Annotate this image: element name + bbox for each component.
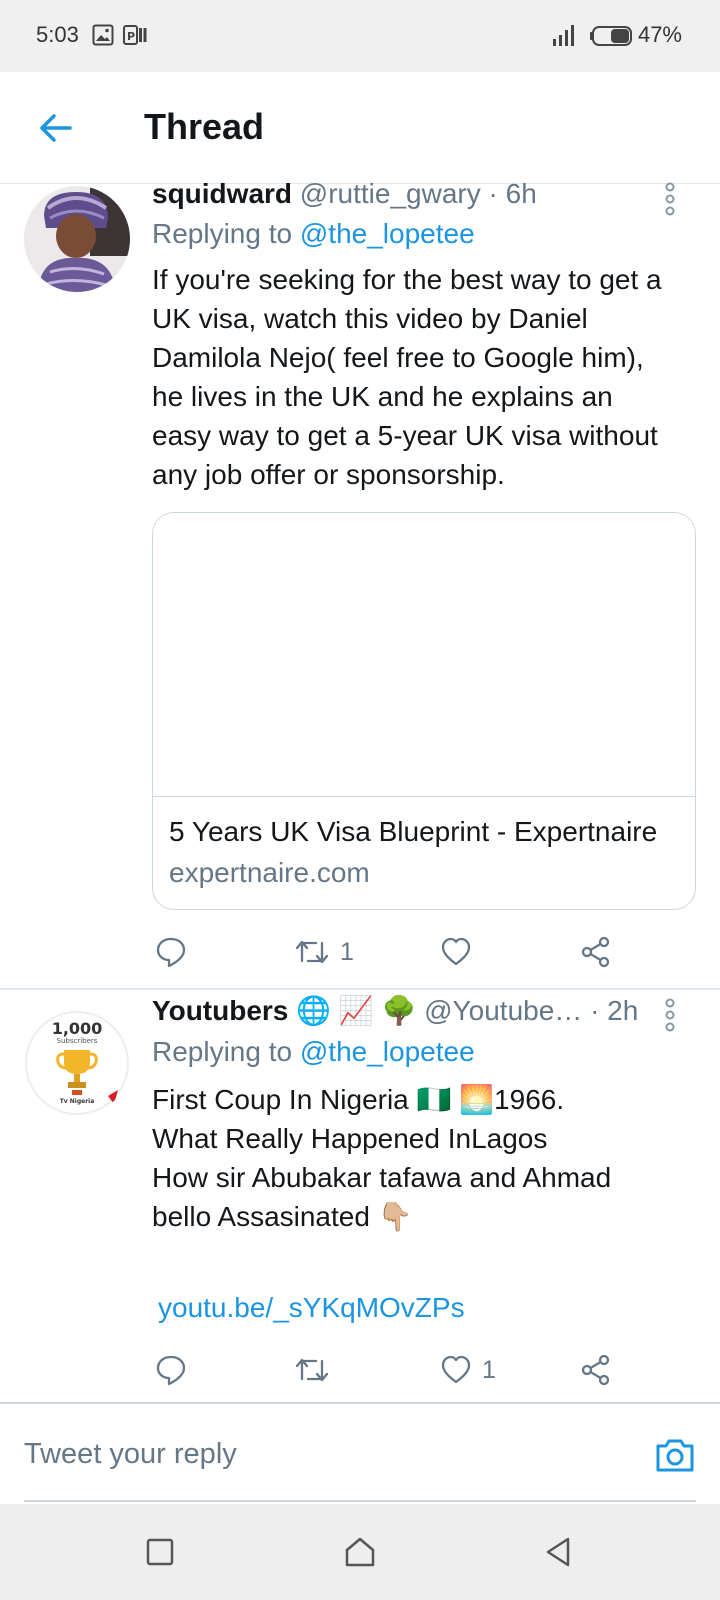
home-icon[interactable] [342,1534,378,1570]
recents-icon[interactable] [142,1534,178,1570]
tweet-text-line: First Coup In Nigeria 🇳🇬 🌅1966. [152,1084,565,1115]
reply-button[interactable] [155,932,187,972]
reply-icon [156,1355,186,1386]
retweet-button[interactable]: 1 [294,932,354,972]
tweet[interactable]: squidward @ruttie_gwary · 6h Replying to… [0,178,720,972]
like-count: 1 [482,1355,496,1384]
retweet-icon [295,1358,329,1382]
reply-icon [156,937,186,968]
tweet-author-handle[interactable]: @ruttie_gwary [300,178,481,209]
share-icon [581,936,610,968]
retweet-button[interactable] [294,1350,340,1390]
avatar-subtext: Subscribers [57,1037,98,1045]
more-options-icon[interactable] [664,998,676,1032]
share-icon [581,1354,610,1386]
tweet-meta: squidward @ruttie_gwary · 6h [152,178,537,210]
replying-to: Replying to @the_lopetee [152,1036,475,1068]
battery-icon [590,26,632,46]
page-title: Thread [144,106,265,147]
tweet-text-line: bello Assasinated 👇🏼 [152,1201,413,1232]
tweet-actions: 1 [0,1350,720,1390]
like-button[interactable]: 1 [440,1350,496,1390]
link-card[interactable]: 5 Years UK Visa Blueprint - Expertnaire … [152,512,696,910]
tweet-timestamp: · 2h [590,995,639,1026]
avatar[interactable]: 1,000 Subscribers Tv Nigeria [24,1010,130,1116]
status-time: 5:03 [36,22,79,47]
tweet[interactable]: 1,000 Subscribers Tv Nigeria Youtubers 🌐… [0,995,720,1400]
tweet-text-line: he lives in the UK and he explains an [152,381,613,412]
back-nav-icon[interactable] [540,1534,576,1570]
replying-to-mention[interactable]: @the_lopetee [300,1036,475,1067]
gallery-icon [92,24,114,46]
battery-percentage: 47% [637,22,682,47]
signal-icon [553,25,574,46]
replying-to-label: Replying to [152,1036,300,1067]
tweet-author-name[interactable]: squidward [152,178,292,209]
heart-icon [441,1355,471,1384]
share-button[interactable] [580,1350,612,1390]
system-nav-bar [0,1504,720,1600]
link-card-domain: expertnaire.com [169,857,370,888]
tweet-text-line: easy way to get a 5-year UK visa without [152,420,658,451]
tweet-timestamp: · 6h [488,178,537,209]
arrow-left-icon[interactable] [36,108,76,148]
link-card-image [153,513,695,797]
replying-to-label: Replying to [152,218,300,249]
tweet-text-line: UK visa, watch this video by Daniel [152,303,588,334]
reply-input-underline [24,1500,696,1502]
tweet-divider [0,988,720,990]
tweet-author-name[interactable]: Youtubers [152,995,288,1026]
tweet-text-line: How sir Abubakar tafawa and Ahmad [152,1162,612,1193]
svg-text:P: P [127,30,135,43]
link-card-title: 5 Years UK Visa Blueprint - Expertnaire [169,816,658,847]
retweet-count: 1 [340,937,354,966]
camera-icon[interactable] [654,1434,696,1476]
tweet-author-handle[interactable]: @Youtube… [424,995,582,1026]
reply-composer: Tweet your reply [0,1402,720,1502]
tweet-text-line: Damilola Nejo( feel free to Google him), [152,342,644,373]
tweet-link[interactable]: youtu.be/_sYKqMOvZPs [158,1292,465,1324]
reply-input[interactable]: Tweet your reply [24,1438,237,1471]
tweet-text-line: any job offer or sponsorship. [152,459,505,490]
tweet-text: First Coup In Nigeria 🇳🇬 🌅1966. What Rea… [152,1080,697,1236]
thread-header: Thread [0,72,720,184]
like-button[interactable] [440,932,482,972]
heart-icon [441,937,471,966]
notes-icon: P [123,25,147,45]
avatar-caption: Tv Nigeria [60,1098,95,1105]
replying-to: Replying to @the_lopetee [152,218,475,250]
replying-to-mention[interactable]: @the_lopetee [300,218,475,249]
avatar-text: 1,000 [52,1019,103,1038]
retweet-icon [295,940,329,964]
tweet-text-line: If you're seeking for the best way to ge… [152,264,662,295]
share-button[interactable] [580,932,612,972]
more-options-icon[interactable] [664,182,676,216]
tweet-actions: 1 [0,932,720,972]
status-bar: 5:03 P 47% [0,0,720,72]
tweet-meta: Youtubers 🌐 📈 🌳 @Youtube… · 2h [152,994,638,1027]
tweet-author-emoji: 🌐 📈 🌳 [296,995,417,1026]
reply-button[interactable] [155,1350,187,1390]
tweet-text-line: What Really Happened InLagos [152,1123,548,1154]
tweet-text: If you're seeking for the best way to ge… [152,260,697,494]
avatar[interactable] [24,186,130,292]
